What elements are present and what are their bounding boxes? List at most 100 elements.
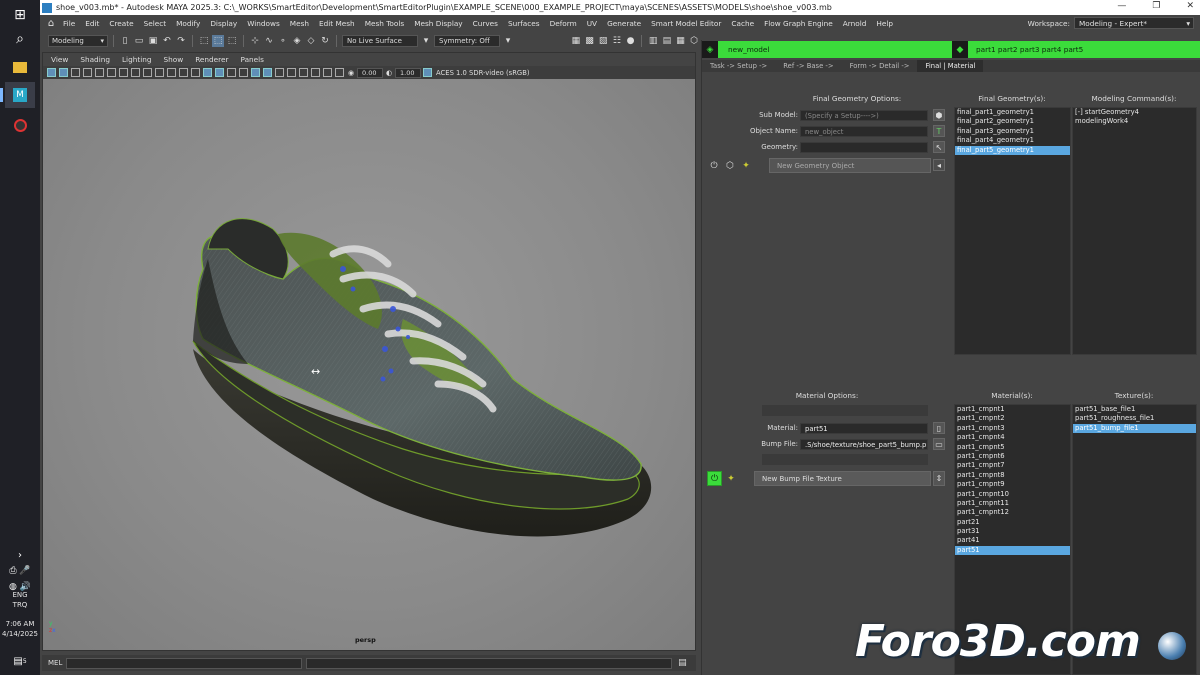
object-name-field[interactable]: new_object	[800, 126, 928, 137]
up-down-arrows-icon[interactable]: ⇕	[933, 471, 945, 486]
exposure-icon[interactable]: ◉	[346, 68, 356, 78]
render-settings-icon[interactable]: ☷	[611, 35, 623, 47]
xray-icon[interactable]	[299, 68, 308, 77]
list-item[interactable]: part1_cmpnt2	[955, 414, 1070, 423]
shoe-model[interactable]: ↔	[43, 79, 695, 650]
viewport-menu-shading[interactable]: Shading	[74, 55, 116, 64]
gate-mask-icon[interactable]	[119, 68, 128, 77]
xray-components-icon[interactable]	[323, 68, 332, 77]
tab-form-detail[interactable]: Form -> Detail ->	[842, 60, 918, 72]
menuset-dropdown[interactable]: Modeling ▾	[48, 35, 108, 47]
material-field[interactable]: part51	[800, 423, 928, 434]
menu-create[interactable]: Create	[104, 19, 138, 28]
minimize-button[interactable]: —	[1117, 1, 1126, 11]
tab-ref-base[interactable]: Ref -> Base ->	[775, 60, 841, 72]
list-item[interactable]: part1_cmpnt9	[955, 480, 1070, 489]
modeling-toolkit-icon[interactable]: ⬡	[688, 35, 700, 47]
cube-icon[interactable]: ⬡	[724, 160, 736, 172]
menu-curves[interactable]: Curves	[468, 19, 503, 28]
clock-date[interactable]: 4/14/2025	[0, 630, 40, 639]
list-item[interactable]: part31	[955, 527, 1070, 536]
workspace-dropdown[interactable]: Modeling - Expert* ▾	[1074, 17, 1194, 29]
maya-app-icon[interactable]: M	[0, 82, 35, 108]
snap-point-icon[interactable]: ∘	[277, 35, 289, 47]
safe-action-icon[interactable]	[143, 68, 152, 77]
list-item[interactable]: part1_cmpnt8	[955, 471, 1070, 480]
ipr-render-icon[interactable]: ▧	[597, 35, 609, 47]
symmetry-dropdown[interactable]: Symmetry: Off	[434, 35, 500, 47]
menu-deform[interactable]: Deform	[545, 19, 582, 28]
lights-icon[interactable]	[227, 68, 236, 77]
menu-uv[interactable]: UV	[582, 19, 602, 28]
attribute-editor-icon[interactable]: ▤	[661, 35, 673, 47]
menu-mesh-tools[interactable]: Mesh Tools	[360, 19, 410, 28]
list-item[interactable]: part1_cmpnt4	[955, 433, 1070, 442]
resolution-gate-icon[interactable]	[107, 68, 116, 77]
new-scene-icon[interactable]: ▯	[119, 35, 131, 47]
wand-icon[interactable]: ✦	[725, 473, 737, 485]
list-item-selected[interactable]: part51_bump_file1	[1073, 423, 1196, 434]
menu-generate[interactable]: Generate	[602, 19, 646, 28]
menu-flow-graph-engine[interactable]: Flow Graph Engine	[759, 19, 838, 28]
list-item[interactable]: part51_base_file1	[1073, 405, 1196, 414]
power-icon[interactable]: ⏻	[708, 160, 720, 172]
channel-box-icon[interactable]: ▦	[675, 35, 687, 47]
list-item[interactable]: part1_cmpnt7	[955, 461, 1070, 470]
list-item[interactable]: part51_roughness_file1	[1073, 414, 1196, 423]
menu-mesh[interactable]: Mesh	[285, 19, 314, 28]
depth-of-field-icon[interactable]	[275, 68, 284, 77]
open-scene-icon[interactable]: ▭	[133, 35, 145, 47]
undo-icon[interactable]: ↶	[161, 35, 173, 47]
viewport-menu-view[interactable]: View	[45, 55, 74, 64]
menu-select[interactable]: Select	[139, 19, 172, 28]
viewport-menu-renderer[interactable]: Renderer	[189, 55, 234, 64]
layout-icon[interactable]: ▥	[647, 35, 659, 47]
menu-surfaces[interactable]: Surfaces	[503, 19, 545, 28]
snap-grid-icon[interactable]: ⊹	[249, 35, 261, 47]
list-item-selected[interactable]: part51	[955, 545, 1070, 556]
power-toggle-icon[interactable]: ⏻	[707, 471, 722, 486]
viewport-menu-panels[interactable]: Panels	[235, 55, 271, 64]
gamma-icon[interactable]: ◐	[384, 68, 394, 78]
layers-icon[interactable]: ◈	[702, 41, 718, 58]
colorspace-label[interactable]: ACES 1.0 SDR-video (sRGB)	[436, 69, 530, 77]
select-by-component-icon[interactable]: ⬚	[226, 35, 238, 47]
list-item[interactable]: modelingWork4	[1073, 117, 1196, 126]
bump-file-field[interactable]: .S/shoe/texture/shoe_part5_bump.png	[800, 439, 928, 450]
menu-modify[interactable]: Modify	[171, 19, 205, 28]
list-item[interactable]: part1_cmpnt6	[955, 452, 1070, 461]
close-button[interactable]: ✕	[1186, 1, 1194, 11]
select-by-object-icon[interactable]: ⬚	[212, 35, 224, 47]
new-bump-file-texture-button[interactable]: New Bump File Texture	[754, 471, 931, 486]
shadows-icon[interactable]	[239, 68, 248, 77]
snap-loop-icon[interactable]: ↻	[319, 35, 331, 47]
color-management-icon[interactable]	[423, 68, 432, 77]
live-surface-field[interactable]: No Live Surface	[342, 35, 418, 47]
menu-help[interactable]: Help	[871, 19, 898, 28]
menu-mesh-display[interactable]: Mesh Display	[409, 19, 467, 28]
chevron-down-icon[interactable]: ▾	[502, 35, 514, 47]
safe-title-icon[interactable]	[155, 68, 164, 77]
cmd-language-label[interactable]: MEL	[48, 659, 62, 667]
menu-windows[interactable]: Windows	[242, 19, 285, 28]
keyboard-lang-2[interactable]: TRQ	[0, 601, 40, 610]
exposure-field[interactable]: 0.00	[357, 67, 383, 78]
wireframe-on-shaded-icon[interactable]	[203, 68, 212, 77]
viewport-menu-show[interactable]: Show	[157, 55, 189, 64]
cursor-pick-icon[interactable]: ↖	[933, 141, 945, 153]
list-item[interactable]: part1_cmpnt1	[955, 405, 1070, 414]
search-icon[interactable]: ⌕	[5, 26, 35, 52]
camera-select-icon[interactable]	[47, 68, 56, 77]
list-item[interactable]: part1_cmpnt3	[955, 424, 1070, 433]
ambient-occlusion-icon[interactable]	[251, 68, 260, 77]
select-by-hierarchy-icon[interactable]: ⬚	[198, 35, 210, 47]
file-explorer-icon[interactable]	[5, 54, 35, 80]
menu-display[interactable]: Display	[205, 19, 242, 28]
grid-icon[interactable]	[167, 68, 176, 77]
menu-arnold[interactable]: Arnold	[838, 19, 872, 28]
menu-cache[interactable]: Cache	[726, 19, 759, 28]
list-item[interactable]: [-] startGeometry4	[1073, 108, 1196, 117]
viewport-canvas[interactable]: ↔ y zx persp	[43, 79, 695, 650]
modeling-commands-list[interactable]: [-] startGeometry4 modelingWork4	[1072, 107, 1197, 355]
command-input[interactable]	[66, 657, 303, 669]
